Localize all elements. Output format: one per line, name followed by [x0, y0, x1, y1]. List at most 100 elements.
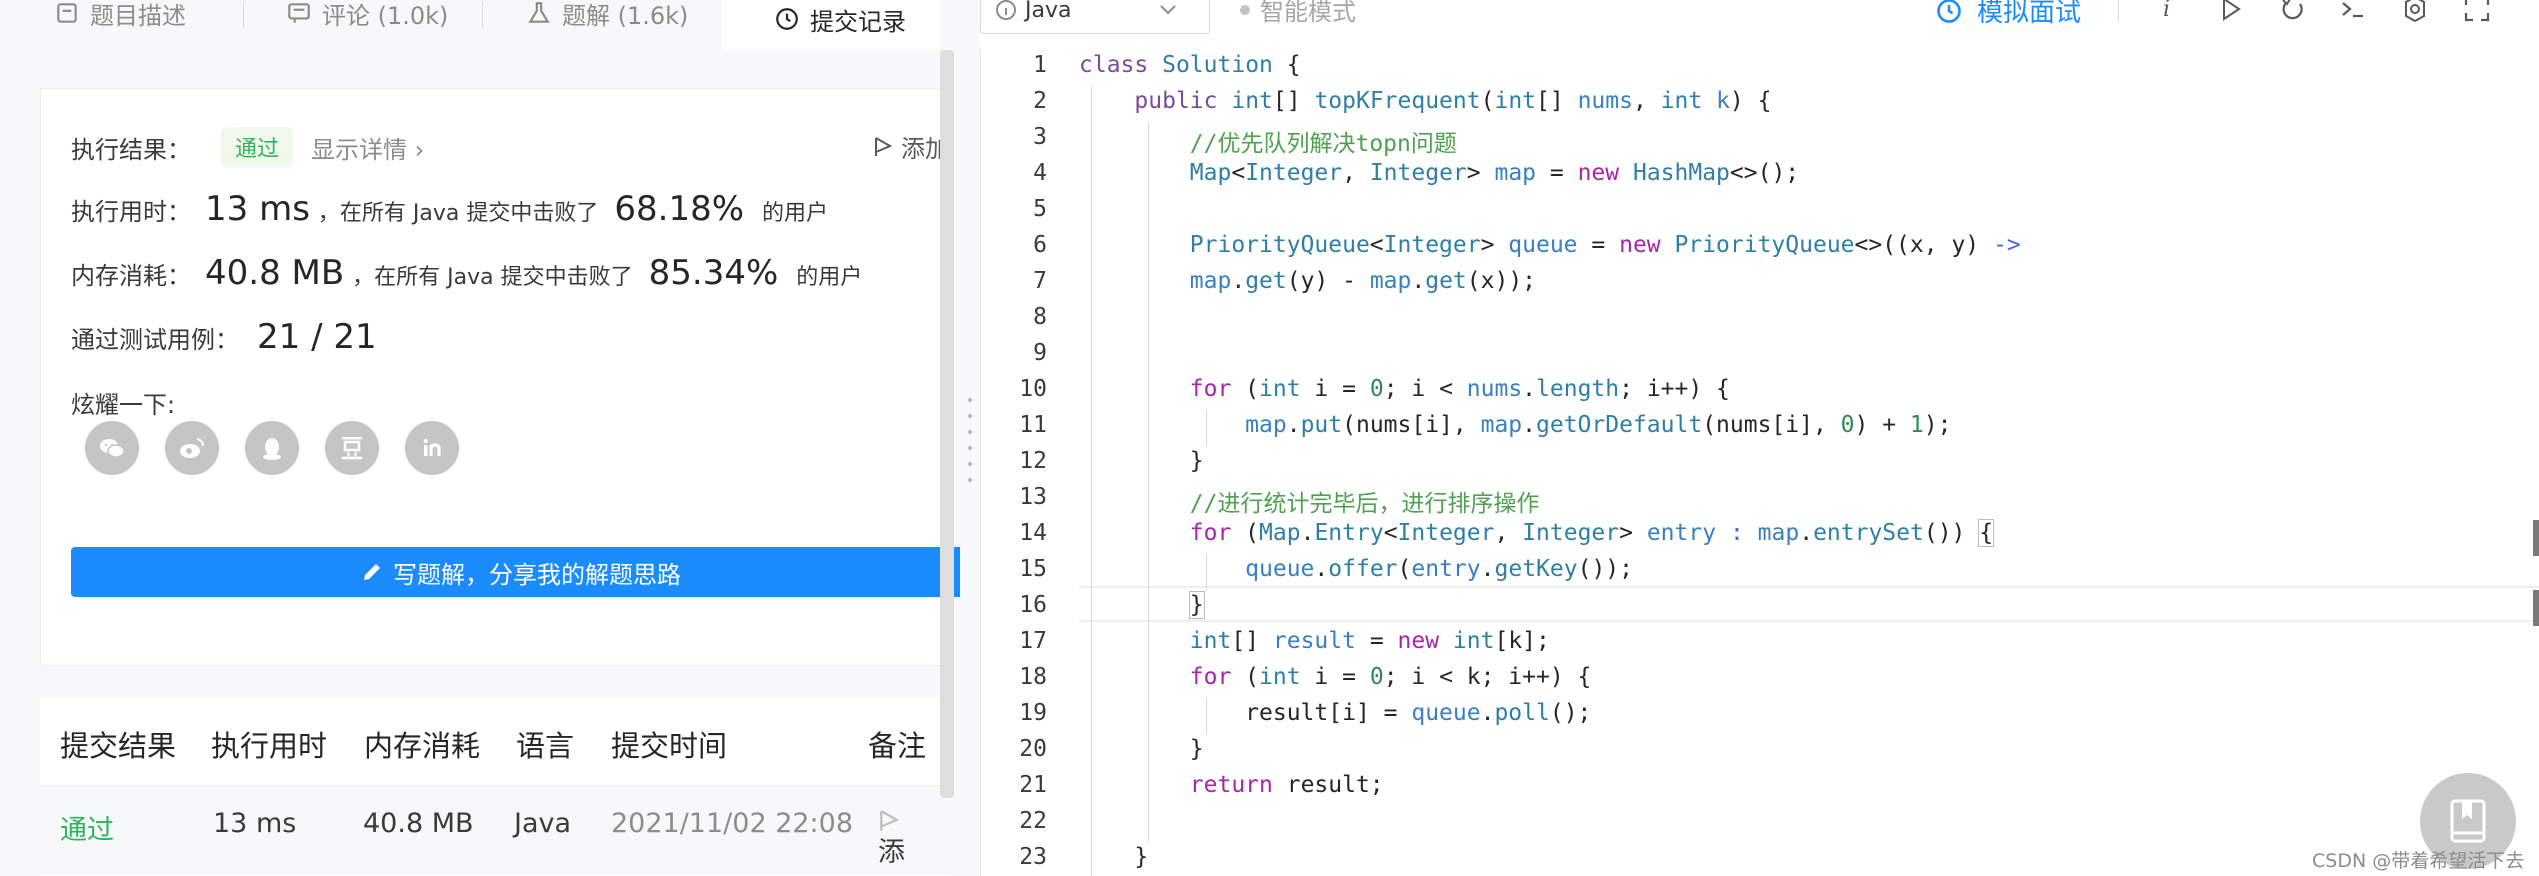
mock-interview-button[interactable]: 模拟面试 [1935, 0, 2081, 29]
qq-share-button[interactable] [245, 421, 299, 475]
editor-scrollbar-marker [2533, 520, 2539, 556]
row-submit-time: 2021/11/02 22:08 [611, 808, 854, 839]
code-line: Map<Integer, Integer> map = new HashMap<… [1189, 160, 1800, 186]
code-line: class Solution { [1079, 52, 1301, 78]
add-note-button[interactable]: 添加 [873, 129, 949, 164]
tab-solutions[interactable]: 题解 (1.6k) [526, 0, 688, 38]
tests-row: 通过测试用例： 21 / 21 [71, 317, 377, 357]
weibo-share-button[interactable] [165, 421, 219, 475]
smart-mode-label: 智能模式 [1260, 0, 1356, 26]
column-header-time: 执行用时 [211, 729, 328, 763]
memory-value: 40.8 MB [205, 253, 345, 293]
left-scrollbar[interactable] [940, 50, 954, 798]
splitter-dot [968, 430, 972, 434]
linkedin-share-button[interactable] [405, 421, 459, 475]
line-number: 10 [1019, 376, 1047, 402]
line-number: 6 [1033, 232, 1047, 258]
douban-share-button[interactable] [325, 421, 379, 475]
row-time: 13 ms [213, 808, 297, 839]
svg-text:i: i [2163, 0, 2170, 22]
exec-time-suffix: 的用户 [762, 201, 829, 226]
line-number: 2 [1033, 88, 1047, 114]
pane-splitter[interactable] [960, 0, 980, 876]
exec-time-mid: ，在所有 Java 提交中击败了 [317, 201, 599, 226]
show-detail-link[interactable]: 显示详情 › [311, 130, 424, 165]
line-number: 1 [1033, 52, 1047, 78]
flask-icon [528, 2, 550, 23]
table-row[interactable]: 通过 13 ms 40.8 MB Java 2021/11/02 22:08 添 [40, 785, 950, 875]
indent-guide [1148, 122, 1149, 842]
row-language: Java [514, 808, 572, 839]
result-card: 执行结果： 通过 显示详情 › 添加 执行用时： 13 ms ，在所有 Java… [40, 88, 960, 666]
line-number: 7 [1033, 268, 1047, 294]
splitter-dot [968, 398, 972, 402]
line-number: 3 [1033, 124, 1047, 150]
settings-icon[interactable] [2400, 0, 2430, 24]
code-line: for (Map.Entry<Integer, Integer> entry :… [1189, 519, 1995, 547]
document-icon [57, 3, 77, 23]
splitter-dot [968, 462, 972, 466]
code-editor[interactable]: 1 2 3 4 5 6 7 8 9 10 11 12 13 14 15 16 17 18 19 20 21 22 23 cl… [980, 50, 2539, 876]
line-number: 15 [1019, 556, 1047, 582]
line-number: 20 [1019, 736, 1047, 762]
run-icon[interactable] [2216, 0, 2246, 24]
code-line: } [1079, 844, 1149, 870]
pencil-icon [364, 564, 380, 580]
line-number: 12 [1019, 448, 1047, 474]
line-number: 16 [1019, 592, 1047, 618]
wechat-icon [100, 439, 125, 458]
code-line: //优先队列解决topn问题 [1079, 131, 1457, 157]
code-line: } [1079, 448, 1204, 474]
write-solution-label: 写题解，分享我的解题思路 [393, 560, 681, 589]
language-select[interactable]: Java [980, 0, 1210, 34]
tab-comments-label: 评论 (1.0k) [322, 1, 449, 30]
status-badge: 通过 [221, 127, 294, 167]
line-number: 11 [1019, 412, 1047, 438]
submissions-table: 提交结果 执行用时 内存消耗 语言 提交时间 备注 通过 13 ms 40.8 … [40, 697, 950, 876]
line-number: 21 [1019, 772, 1047, 798]
line-number: 18 [1019, 664, 1047, 690]
exec-time-value: 13 ms [205, 189, 310, 229]
share-label: 炫耀一下: [71, 391, 176, 419]
tab-divider [482, 2, 483, 28]
fullscreen-icon[interactable] [2462, 0, 2492, 24]
code-line: } [1079, 736, 1204, 762]
qq-icon [263, 438, 281, 460]
exec-result-label: 执行结果： [71, 135, 191, 164]
mock-interview-label: 模拟面试 [1977, 0, 2082, 28]
column-header-submit-time: 提交时间 [611, 729, 728, 763]
tab-divider [243, 2, 244, 28]
line-number: 17 [1019, 628, 1047, 654]
tests-value: 21 / 21 [257, 317, 377, 357]
tab-description[interactable]: 题目描述 [54, 0, 186, 38]
line-number: 4 [1033, 160, 1047, 186]
column-header-result: 提交结果 [60, 729, 177, 763]
tab-submissions[interactable]: 提交记录 [722, 0, 940, 50]
row-result[interactable]: 通过 [60, 808, 114, 847]
line-number: 8 [1033, 304, 1047, 330]
column-header-language: 语言 [516, 729, 575, 763]
code-line: PriorityQueue<Integer> queue = new Prior… [1189, 232, 2021, 258]
info-italic-icon[interactable]: i [2152, 0, 2182, 24]
watermark: CSDN @带着希望活下去 [2312, 850, 2525, 872]
tab-comments[interactable]: 评论 (1.0k) [286, 0, 448, 38]
memory-suffix: 的用户 [796, 265, 863, 290]
row-add-note[interactable]: 添 [878, 808, 905, 868]
column-header-note: 备注 [868, 729, 927, 763]
smart-mode-toggle[interactable]: 智能模式 [1240, 0, 1356, 27]
console-icon[interactable] [2338, 0, 2368, 24]
tab-description-label: 题目描述 [90, 1, 186, 30]
weibo-icon [180, 438, 204, 458]
code-line: } [1188, 591, 1205, 619]
write-solution-button[interactable]: 写题解，分享我的解题思路 [71, 547, 960, 597]
wechat-share-button[interactable] [85, 421, 139, 475]
line-number: 23 [1019, 844, 1047, 870]
code-line: public int[] topKFrequent(int[] nums, in… [1134, 88, 1772, 114]
comment-icon [288, 3, 310, 23]
language-select-value: Java [1025, 0, 1072, 23]
info-icon [996, 0, 1016, 20]
reset-icon[interactable] [2278, 0, 2308, 24]
exec-time-percent: 68.18% [614, 189, 745, 229]
code-line: result[i] = queue.poll(); [1079, 700, 1592, 726]
line-number: 22 [1019, 808, 1047, 834]
